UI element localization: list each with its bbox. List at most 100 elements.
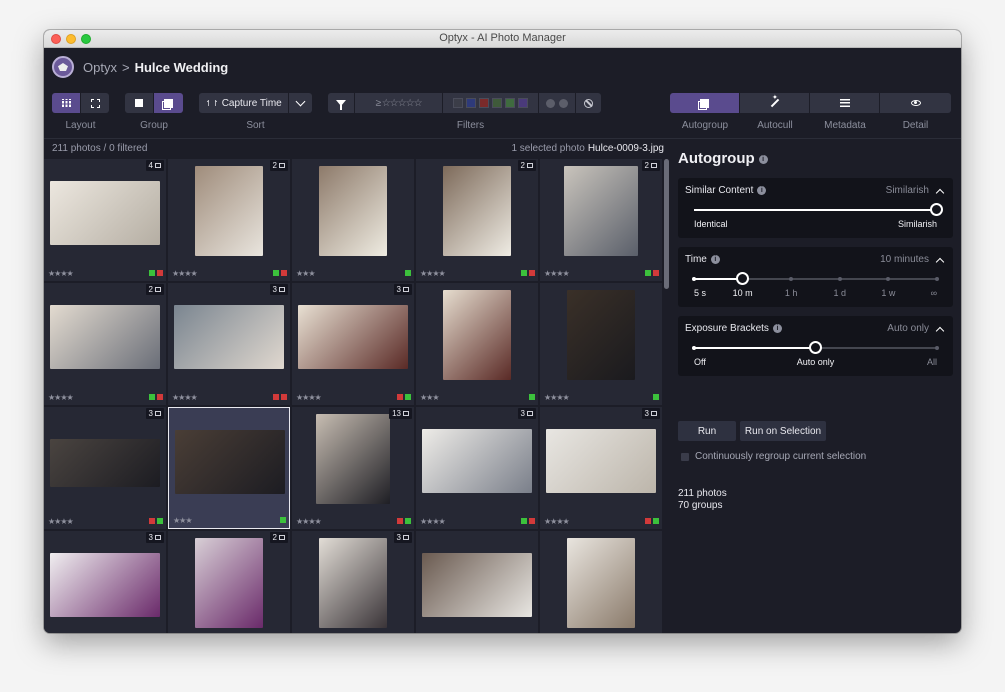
- photo-cell[interactable]: 3: [292, 531, 414, 633]
- star-rating[interactable]: ★★★★: [296, 393, 322, 402]
- flag-marker[interactable]: [405, 518, 411, 524]
- star-rating[interactable]: ★★★★: [48, 517, 74, 526]
- flag-marker[interactable]: [653, 518, 659, 524]
- photo-cell[interactable]: 2 ★★★★: [168, 159, 290, 281]
- autocull-mode-button[interactable]: [740, 93, 810, 113]
- star-rating[interactable]: ★★★★: [544, 393, 570, 402]
- time-slider-tick-label[interactable]: 1 d: [834, 288, 847, 298]
- time-slider-tick-label[interactable]: ∞: [931, 288, 937, 298]
- star-rating[interactable]: ★★★★: [420, 517, 446, 526]
- flag-marker[interactable]: [157, 518, 163, 524]
- color-swatch[interactable]: [492, 98, 502, 108]
- flag-marker[interactable]: [405, 394, 411, 400]
- grid-scrollbar[interactable]: [664, 159, 669, 289]
- photo-thumbnail[interactable]: [318, 538, 388, 628]
- time-header[interactable]: Time i 10 minutes: [685, 254, 945, 267]
- photo-thumbnail[interactable]: [318, 166, 388, 256]
- time-slider-step[interactable]: [935, 277, 939, 281]
- photo-thumbnail[interactable]: [175, 429, 285, 495]
- photo-thumbnail[interactable]: [442, 166, 512, 256]
- flag-filter[interactable]: [539, 93, 576, 113]
- photo-cell[interactable]: 4 ★★★★: [44, 159, 166, 281]
- photo-thumbnail[interactable]: [422, 428, 532, 494]
- color-swatch[interactable]: [518, 98, 528, 108]
- star-rating[interactable]: ★★★★: [48, 269, 74, 278]
- flag-marker[interactable]: [645, 270, 651, 276]
- photo-cell[interactable]: 3 ★★★★: [168, 283, 290, 405]
- flag-marker[interactable]: [149, 394, 155, 400]
- chevron-up-icon[interactable]: [935, 188, 945, 198]
- similar-content-handle[interactable]: [930, 203, 943, 216]
- star-rating[interactable]: ★★★★: [544, 517, 570, 526]
- flag-marker[interactable]: [521, 518, 527, 524]
- color-swatch[interactable]: [466, 98, 476, 108]
- info-icon[interactable]: i: [758, 154, 768, 164]
- photo-cell[interactable]: [540, 531, 662, 633]
- photo-thumbnail[interactable]: [50, 438, 160, 487]
- star-rating[interactable]: ★★★★: [172, 269, 198, 278]
- photo-thumbnail[interactable]: [298, 304, 408, 370]
- photo-thumbnail[interactable]: [194, 538, 264, 628]
- metadata-mode-button[interactable]: [810, 93, 880, 113]
- color-swatch[interactable]: [505, 98, 515, 108]
- flag-marker[interactable]: [280, 517, 286, 523]
- photo-cell[interactable]: [416, 531, 538, 633]
- exposure-header[interactable]: Exposure Brackets i Auto only: [685, 323, 945, 336]
- star-rating[interactable]: ★★★★: [544, 269, 570, 278]
- star-rating[interactable]: ★★★★: [172, 393, 198, 402]
- minimize-window-button[interactable]: [66, 34, 76, 44]
- photo-thumbnail[interactable]: [316, 414, 390, 504]
- flag-marker[interactable]: [521, 270, 527, 276]
- time-slider-tick-label[interactable]: 10 m: [733, 288, 753, 298]
- layout-grid-button[interactable]: [52, 93, 81, 113]
- photo-cell[interactable]: 3 ★★★★: [44, 407, 166, 529]
- photo-cell[interactable]: 2: [168, 531, 290, 633]
- star-rating[interactable]: ★★★★: [420, 269, 446, 278]
- exposure-slider-step[interactable]: [935, 346, 939, 350]
- photo-cell[interactable]: 2 ★★★★: [416, 159, 538, 281]
- flag-marker[interactable]: [157, 394, 163, 400]
- star-rating[interactable]: ★★★: [173, 516, 192, 525]
- flag-marker[interactable]: [149, 270, 155, 276]
- photo-thumbnail[interactable]: [442, 290, 512, 380]
- reject-filter-button[interactable]: [576, 93, 601, 113]
- flag-marker[interactable]: [397, 518, 403, 524]
- flag-marker[interactable]: [157, 270, 163, 276]
- color-swatch[interactable]: [479, 98, 489, 108]
- flag-marker[interactable]: [529, 518, 535, 524]
- flag-marker[interactable]: [273, 270, 279, 276]
- info-icon[interactable]: i: [757, 185, 767, 195]
- continuous-regroup-checkbox[interactable]: [681, 452, 689, 461]
- exposure-slider-tick-label[interactable]: Off: [694, 357, 706, 367]
- chevron-up-icon[interactable]: [935, 257, 945, 267]
- similar-content-slider[interactable]: [694, 203, 943, 216]
- flag-marker[interactable]: [653, 270, 659, 276]
- flag-marker[interactable]: [149, 518, 155, 524]
- time-slider-step[interactable]: [886, 277, 891, 281]
- photo-thumbnail[interactable]: [566, 290, 636, 380]
- photo-thumbnail[interactable]: [50, 552, 160, 618]
- photo-cell[interactable]: 3 ★★★★: [416, 407, 538, 529]
- exposure-slider-tick-label[interactable]: All: [927, 357, 937, 367]
- flag-marker[interactable]: [653, 394, 659, 400]
- app-logo-icon[interactable]: [52, 56, 74, 78]
- star-rating[interactable]: ★★★★: [296, 517, 322, 526]
- ungrouped-button[interactable]: [125, 93, 154, 113]
- flag-marker[interactable]: [645, 518, 651, 524]
- photo-thumbnail[interactable]: [50, 304, 160, 370]
- photo-cell[interactable]: 2 ★★★★: [540, 159, 662, 281]
- close-window-button[interactable]: [51, 34, 61, 44]
- chevron-up-icon[interactable]: [935, 326, 945, 336]
- time-slider[interactable]: [692, 272, 939, 285]
- time-slider-step[interactable]: [692, 277, 696, 281]
- exposure-slider-tick-label[interactable]: Auto only: [797, 357, 835, 367]
- exposure-slider-step[interactable]: [692, 346, 696, 350]
- flag-marker[interactable]: [397, 394, 403, 400]
- flag-marker[interactable]: [281, 394, 287, 400]
- flag-marker[interactable]: [281, 270, 287, 276]
- photo-thumbnail[interactable]: [564, 166, 638, 256]
- time-slider-tick-label[interactable]: 1 w: [881, 288, 895, 298]
- time-slider-tick-label[interactable]: 1 h: [785, 288, 798, 298]
- sort-select[interactable]: ↿↾ Capture Time: [199, 93, 289, 113]
- autogroup-mode-button[interactable]: [670, 93, 740, 113]
